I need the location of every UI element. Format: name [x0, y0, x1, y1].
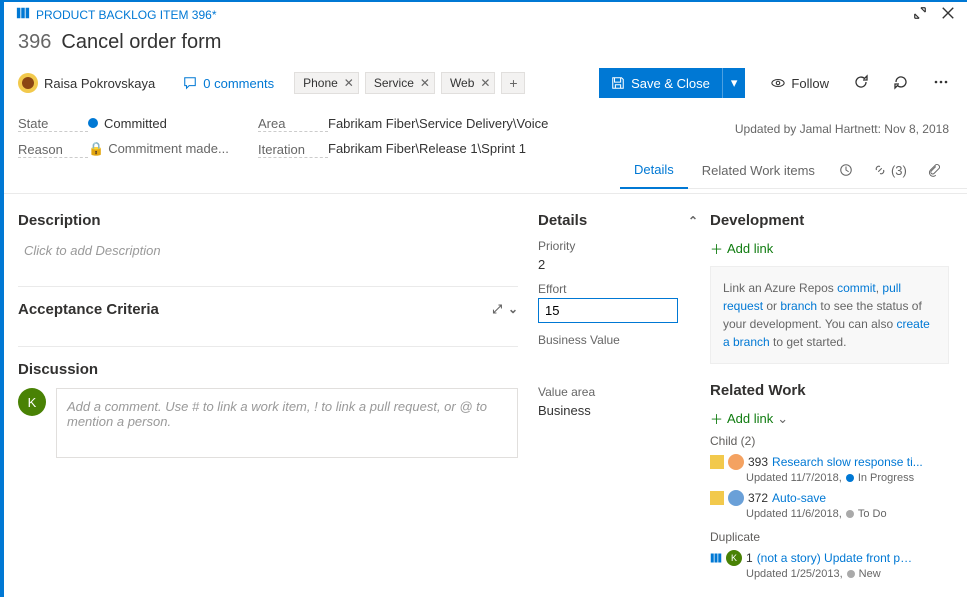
save-close-button[interactable]: Save & Close ▾	[599, 68, 745, 98]
value-area-label: Value area	[538, 385, 698, 399]
link-icon	[873, 163, 887, 177]
iteration-value[interactable]: Fabrikam Fiber\Release 1\Sprint 1	[328, 141, 628, 156]
history-icon	[839, 163, 853, 177]
area-label: Area	[258, 116, 328, 132]
effort-label: Effort	[538, 282, 698, 296]
collapse-icon[interactable]: ⌃	[688, 214, 698, 228]
reason-label: Reason	[18, 142, 88, 158]
tag-item[interactable]: Web✕	[441, 72, 496, 94]
plus-icon: ＋	[710, 239, 723, 258]
tag-item[interactable]: Phone✕	[294, 72, 359, 94]
development-heading: Development	[710, 212, 949, 229]
plus-icon: ＋	[710, 409, 723, 428]
tab-attachments[interactable]	[917, 152, 951, 188]
close-icon[interactable]	[941, 6, 955, 23]
tag-remove-icon[interactable]: ✕	[344, 76, 354, 90]
add-tag-button[interactable]: +	[501, 72, 525, 94]
link-branch[interactable]: branch	[780, 299, 817, 313]
tab-details[interactable]: Details	[620, 152, 688, 189]
dev-add-link-button[interactable]: ＋ Add link	[710, 239, 949, 258]
iteration-label: Iteration	[258, 142, 328, 158]
tab-links[interactable]: (3)	[863, 152, 917, 188]
details-heading: Details ⌃	[538, 212, 698, 229]
follow-button[interactable]: Follow	[771, 76, 829, 91]
child-group-label: Child (2)	[710, 434, 949, 448]
related-item-link[interactable]: Auto-save	[772, 491, 826, 505]
tag-remove-icon[interactable]: ✕	[420, 76, 430, 90]
tag-item[interactable]: Service✕	[365, 72, 435, 94]
description-heading: Description	[18, 212, 518, 229]
item-title[interactable]: Cancel order form	[61, 31, 221, 54]
expand-icon[interactable]: ⤢	[492, 302, 502, 317]
related-add-link-button[interactable]: ＋ Add link ⌄	[710, 409, 949, 428]
work-item-type-icon	[16, 6, 30, 23]
state-dot-icon	[88, 118, 98, 128]
development-hint: Link an Azure Repos commit, pull request…	[710, 266, 949, 364]
comment-icon	[183, 76, 197, 90]
state-dot-icon	[846, 474, 854, 482]
discussion-input[interactable]: Add a comment. Use # to link a work item…	[56, 388, 518, 458]
save-dropdown[interactable]: ▾	[722, 68, 746, 98]
related-work-heading: Related Work	[710, 382, 949, 399]
comments-button[interactable]: 0 comments	[183, 76, 274, 91]
related-item[interactable]: 393 Research slow response ti... Updated…	[710, 454, 949, 484]
state-dot-icon	[846, 510, 854, 518]
reason-value[interactable]: 🔒Commitment made...	[88, 141, 258, 157]
avatar	[18, 73, 38, 93]
priority-label: Priority	[538, 239, 698, 253]
lock-icon: 🔒	[88, 141, 104, 156]
discussion-heading: Discussion	[18, 361, 518, 378]
eye-icon	[771, 76, 785, 90]
pbi-icon	[710, 552, 722, 564]
save-icon	[611, 76, 625, 90]
chevron-down-icon: ⌄	[777, 411, 788, 427]
window-title: PRODUCT BACKLOG ITEM 396*	[36, 8, 899, 22]
avatar	[728, 454, 744, 470]
priority-value[interactable]: 2	[538, 257, 698, 272]
description-field[interactable]: Click to add Description	[18, 239, 518, 278]
chevron-down-icon[interactable]: ⌄	[508, 302, 518, 317]
related-item[interactable]: K 1 (not a story) Update front pa... Upd…	[710, 550, 949, 580]
undo-icon[interactable]	[893, 74, 909, 93]
effort-input[interactable]	[538, 298, 678, 323]
area-value[interactable]: Fabrikam Fiber\Service Delivery\Voice	[328, 116, 628, 131]
related-item-link[interactable]: (not a story) Update front pa...	[757, 551, 917, 565]
restore-icon[interactable]	[913, 6, 927, 23]
related-item[interactable]: 372 Auto-save Updated 11/6/2018,To Do	[710, 490, 949, 520]
avatar: K	[726, 550, 742, 566]
more-icon[interactable]	[933, 74, 949, 93]
tab-history[interactable]	[829, 152, 863, 188]
assignee-picker[interactable]: Raisa Pokrovskaya	[18, 73, 155, 93]
duplicate-group-label: Duplicate	[710, 530, 949, 544]
business-value-label: Business Value	[538, 333, 698, 347]
tab-related[interactable]: Related Work items	[688, 152, 829, 188]
link-commit[interactable]: commit	[837, 281, 876, 295]
task-icon	[710, 491, 724, 505]
current-user-avatar: K	[18, 388, 46, 416]
assignee-name: Raisa Pokrovskaya	[44, 76, 155, 91]
updated-by-text: Updated by Jamal Hartnett: Nov 8, 2018	[735, 122, 949, 136]
state-dot-icon	[847, 570, 855, 578]
state-label: State	[18, 116, 88, 132]
tag-remove-icon[interactable]: ✕	[480, 76, 490, 90]
tag-list: Phone✕ Service✕ Web✕ +	[294, 72, 525, 94]
attachment-icon	[927, 163, 941, 177]
refresh-icon[interactable]	[853, 74, 869, 93]
value-area-value[interactable]: Business	[538, 403, 698, 418]
avatar	[728, 490, 744, 506]
task-icon	[710, 455, 724, 469]
acceptance-heading: Acceptance Criteria ⤢ ⌄	[18, 301, 518, 318]
item-id: 396	[18, 31, 51, 54]
related-item-link[interactable]: Research slow response ti...	[772, 455, 923, 469]
comments-count: 0 comments	[203, 76, 274, 91]
state-value[interactable]: Committed	[88, 116, 258, 131]
